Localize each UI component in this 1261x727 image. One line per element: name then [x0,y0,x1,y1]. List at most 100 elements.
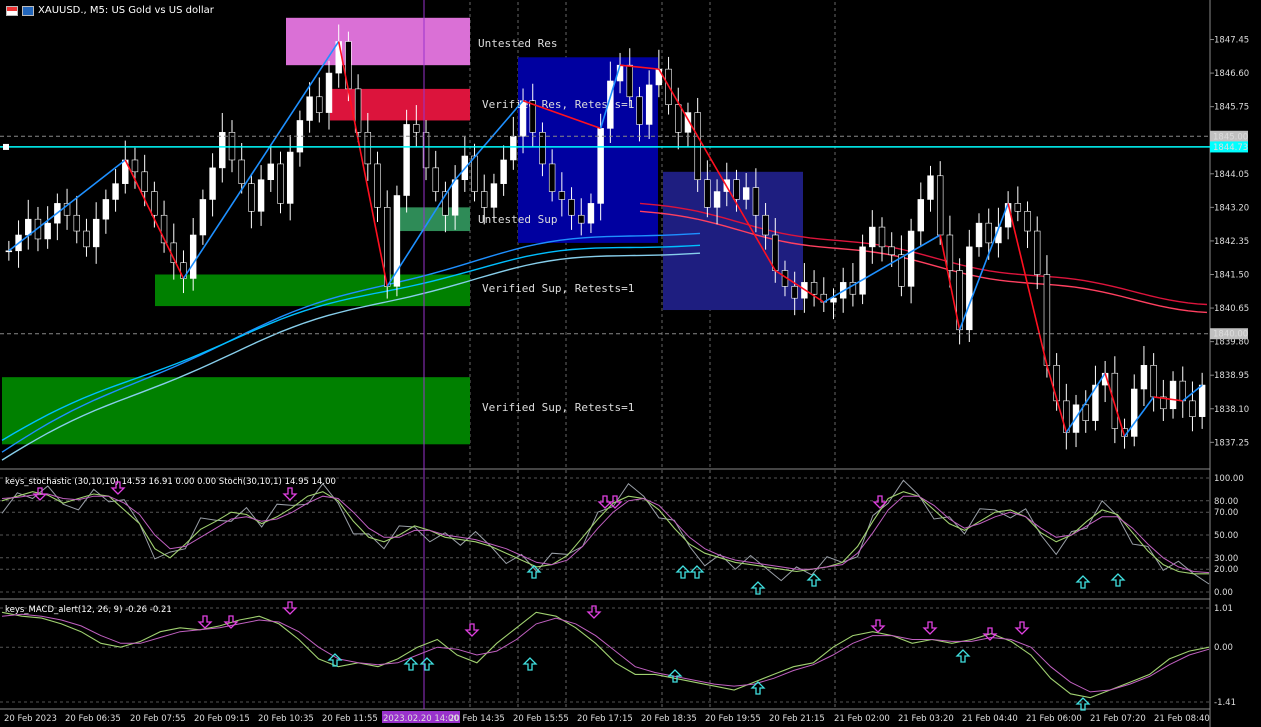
candle-body [636,96,643,125]
stoch-axis-tick-label: 20.00 [1214,565,1238,575]
candle-body [675,104,682,133]
candle-body [733,179,740,200]
candle-body [946,234,954,271]
price-axis-tick-label: 1844.05 [1214,170,1249,180]
sr-zone-label: Verified Sup, Retests=1 [482,401,634,414]
candle-body [791,286,798,299]
candle-body [238,159,245,184]
candle-body [151,191,158,216]
candle-body [403,124,410,196]
candle-body [966,246,973,331]
candle-body [1024,211,1031,232]
price-axis-tick-label: 1846.60 [1214,69,1249,79]
candle-body [927,175,934,200]
candle-body [830,297,837,303]
candle-body [490,183,498,208]
candle-body [587,203,595,224]
candle-body [141,171,148,192]
stoch-axis-tick-label: 30.00 [1214,554,1238,564]
candle-body [597,128,604,204]
zigzag-segment [1153,396,1183,402]
price-axis-tick-label: 1838.10 [1214,405,1249,415]
macd-indicator-label: keys_MACD_alert(12, 26, 9) -0.26 -0.21 [5,605,172,615]
sr-zone-label: Untested Sup [478,213,557,226]
candle-body [859,246,866,295]
buy-alert-arrow-icon [955,649,971,663]
macd-axis-tick-label: 0.00 [1214,643,1233,653]
candle-body [1189,400,1196,417]
candle-body [510,135,517,161]
time-axis-label: 20 Feb 06:35 [65,714,121,724]
candle-body [267,163,275,181]
time-axis-label: 21 Feb 07:20 [1090,714,1146,724]
stoch-axis-tick-label: 80.00 [1214,497,1238,507]
stoch-indicator-label: keys_stochastic (30,10,10) 14.53 16.91 0… [5,477,336,487]
candle-body [92,218,100,248]
price-chart[interactable]: Untested ResVerified Res, Retests=1Untes… [0,0,1261,727]
price-badge-label: 1844.73 [1213,143,1248,153]
time-axis-label: 2023.02.20 14:00 [383,714,459,724]
macd-main-line [1,611,1210,699]
candle-body [335,41,342,74]
candle-body [451,179,459,216]
candle-body [1131,388,1138,437]
candle-body [742,187,750,200]
candle-body [257,179,265,212]
candle-body [762,214,769,236]
sr-zone-label: Verified Sup, Retests=1 [482,282,634,295]
price-badge-label: 1840.00 [1213,330,1248,340]
time-axis-label: 20 Feb 11:55 [322,714,378,724]
time-axis-label: 21 Feb 06:00 [1026,714,1082,724]
candle-body [907,230,915,287]
candle-body [316,96,323,113]
zigzag-segment [124,159,185,279]
chart-window[interactable]: XAUUSD., M5: US Gold vs US dollar Untest… [0,0,1261,727]
level-line-handle [3,143,9,150]
candle-body [539,132,546,165]
candle-body [248,183,255,212]
candle-body [878,226,886,248]
time-axis-label: 21 Feb 08:40 [1154,714,1210,724]
candle-body [772,234,779,271]
candle-body [306,96,313,121]
macd-axis-tick-label: -1.41 [1214,698,1236,708]
time-axis-label: 21 Feb 02:00 [834,714,890,724]
macd-axis-tick-label: 1.01 [1214,604,1233,614]
buy-alert-arrow-icon [675,565,691,579]
candle-body [44,222,51,240]
candle-body [471,155,478,192]
candle-body [83,230,90,248]
stoch-main-line [1,491,1209,575]
candle-body [626,64,633,98]
buy-alert-arrow-icon [403,657,419,671]
time-axis-label: 20 Feb 15:55 [513,714,569,724]
price-axis-tick-label: 1842.35 [1214,237,1249,247]
candle-body [558,191,566,200]
candle-body [432,167,439,192]
sr-zone-box [286,17,470,66]
sell-alert-arrow-icon [870,619,886,633]
candle-body [209,167,216,200]
candle-body [975,222,983,248]
candle-body [869,226,876,248]
candle-body [219,132,226,169]
price-badge-label: 1845.00 [1213,132,1248,142]
price-axis-tick-label: 1841.50 [1214,270,1249,280]
candle-body [645,84,653,125]
time-axis-label: 20 Feb 14:35 [449,714,505,724]
stoch-axis-tick-label: 50.00 [1214,531,1238,541]
sell-alert-arrow-icon [1014,621,1030,635]
candle-body [189,234,197,279]
candle-body [277,163,284,204]
time-axis-label: 20 Feb 19:55 [705,714,761,724]
candle-body [1043,274,1051,366]
candle-body [519,100,527,137]
sell-alert-arrow-icon [32,487,48,501]
buy-alert-arrow-icon [806,573,822,587]
candle-body [713,191,721,208]
candle-body [985,222,992,244]
candle-body [1198,384,1206,417]
candle-body [199,199,207,236]
time-axis-label: 20 Feb 18:35 [641,714,697,724]
candle-body [374,163,381,208]
